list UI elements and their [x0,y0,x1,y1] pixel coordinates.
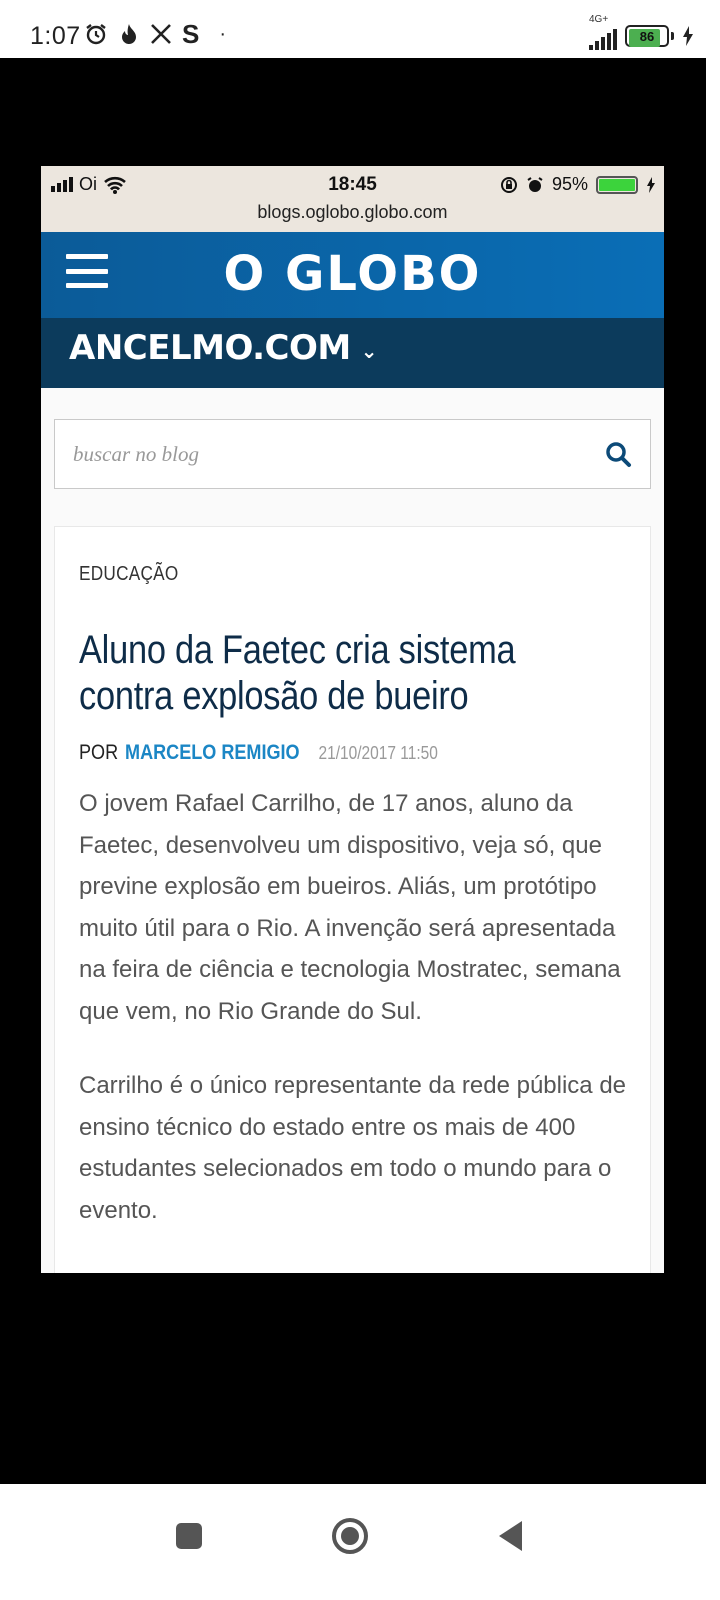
url-display[interactable]: blogs.oglobo.globo.com [41,202,664,223]
network-type: 4G+ [589,14,609,25]
embedded-screenshot: Oi 18:45 blogs.oglobo.globo.com 95% O GL… [41,166,664,1273]
article-body: O jovem Rafael Carrilho, de 17 anos, alu… [79,783,639,1264]
ios-battery-percent: 95% [551,174,588,194]
site-header: O GLOBO [41,232,664,318]
article-category[interactable]: EDUCAÇÃO [79,563,179,586]
alarm-icon [527,176,543,192]
author-link[interactable]: MARCELO REMIGIO [125,741,300,765]
recents-button[interactable] [159,1506,219,1566]
navigation-bar [0,1484,720,1600]
search-input[interactable] [55,420,585,488]
ios-status-bar: Oi 18:45 blogs.oglobo.globo.com 95% [41,166,664,232]
byline-prefix: POR [79,741,119,764]
battery-icon: 86 [625,25,669,47]
triangle-back-icon [499,1521,522,1551]
blog-name: ANCELMO.COM [69,328,351,368]
back-button[interactable] [481,1506,541,1566]
chevron-down-icon: ⌄ [360,339,378,363]
article-title[interactable]: Aluno da Faetec cria sistema contra expl… [79,627,569,719]
s-icon: S [182,19,200,49]
status-time: 1:07 [30,22,81,50]
charging-icon [647,176,655,193]
square-icon [176,1523,202,1549]
search-button[interactable] [598,434,638,474]
blog-bar: ANCELMO.COM ⌄ [41,318,664,388]
search-box [54,419,651,489]
circle-icon [332,1518,368,1554]
android-status-bar: 1:07 S · 4G+ 86 [0,0,720,58]
notification-icons: S · [84,19,227,49]
site-logo[interactable]: O GLOBO [41,246,664,302]
blog-name-dropdown[interactable]: ANCELMO.COM ⌄ [69,328,377,368]
alarm-icon [86,24,106,45]
charging-icon [683,26,693,46]
byline: POR MARCELO REMIGIO 21/10/2017 11:50 [79,741,438,765]
ios-system-status: 95% [500,174,656,195]
signal-icon [589,29,617,50]
ios-battery-icon [596,175,638,194]
system-status: 4G+ 86 [589,14,694,50]
flame-icon [122,24,136,44]
battery-tip [671,32,674,40]
home-button[interactable] [320,1506,380,1566]
paragraph: O jovem Rafael Carrilho, de 17 anos, alu… [79,790,621,1025]
publish-date: 21/10/2017 11:50 [318,743,438,763]
x-icon [151,24,171,44]
search-icon [606,442,631,467]
dot-icon: · [219,23,227,45]
rotation-lock-icon [500,176,517,193]
article-card: EDUCAÇÃO Aluno da Faetec cria sistema co… [54,526,651,1273]
paragraph: Carrilho é o único representante da rede… [79,1072,627,1224]
